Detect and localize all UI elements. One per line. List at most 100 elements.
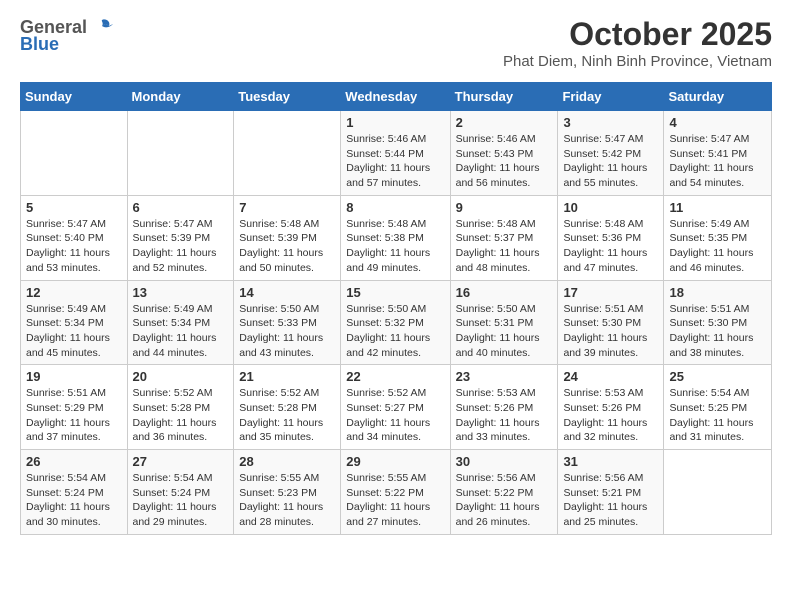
day-number: 8 — [346, 200, 444, 215]
calendar-table: SundayMondayTuesdayWednesdayThursdayFrid… — [20, 82, 772, 535]
day-number: 26 — [26, 454, 122, 469]
day-info: Sunrise: 5:47 AM Sunset: 5:41 PM Dayligh… — [669, 132, 766, 191]
day-number: 17 — [563, 285, 658, 300]
calendar-cell: 11 Sunrise: 5:49 AM Sunset: 5:35 PM Dayli… — [664, 195, 772, 280]
calendar-cell: 15 Sunrise: 5:50 AM Sunset: 5:32 PM Dayli… — [341, 280, 450, 365]
calendar-cell: 7 Sunrise: 5:48 AM Sunset: 5:39 PM Daylig… — [234, 195, 341, 280]
calendar-cell — [127, 111, 234, 196]
day-info: Sunrise: 5:55 AM Sunset: 5:23 PM Dayligh… — [239, 471, 335, 530]
logo-blue-text: Blue — [20, 34, 59, 55]
calendar-cell — [664, 450, 772, 535]
day-number: 31 — [563, 454, 658, 469]
calendar-cell: 4Sunrise: 5:47 AM Sunset: 5:41 PM Daylig… — [664, 111, 772, 196]
day-number: 14 — [239, 285, 335, 300]
header-day-tuesday: Tuesday — [234, 83, 341, 111]
day-info: Sunrise: 5:49 AM Sunset: 5:35 PM Dayligh… — [669, 217, 766, 276]
calendar-cell: 20 Sunrise: 5:52 AM Sunset: 5:28 PM Dayli… — [127, 365, 234, 450]
title-area: October 2025 Phat Diem, Ninh Binh Provin… — [503, 16, 772, 70]
day-info: Sunrise: 5:47 AM Sunset: 5:39 PM Dayligh… — [133, 217, 229, 276]
calendar-cell — [234, 111, 341, 196]
calendar-cell: 23Sunrise: 5:53 AM Sunset: 5:26 PM Dayli… — [450, 365, 558, 450]
calendar-cell: 3Sunrise: 5:47 AM Sunset: 5:42 PM Daylig… — [558, 111, 664, 196]
day-info: Sunrise: 5:56 AM Sunset: 5:22 PM Dayligh… — [456, 471, 553, 530]
day-number: 24 — [563, 369, 658, 384]
calendar-cell: 17 Sunrise: 5:51 AM Sunset: 5:30 PM Dayli… — [558, 280, 664, 365]
calendar-week-5: 26Sunrise: 5:54 AM Sunset: 5:24 PM Dayli… — [21, 450, 772, 535]
calendar-cell: 27Sunrise: 5:54 AM Sunset: 5:24 PM Dayli… — [127, 450, 234, 535]
day-info: Sunrise: 5:50 AM Sunset: 5:31 PM Dayligh… — [456, 302, 553, 361]
calendar-week-3: 12 Sunrise: 5:49 AM Sunset: 5:34 PM Dayli… — [21, 280, 772, 365]
day-number: 29 — [346, 454, 444, 469]
day-info: Sunrise: 5:52 AM Sunset: 5:28 PM Dayligh… — [239, 386, 335, 445]
calendar-cell — [21, 111, 128, 196]
day-info: Sunrise: 5:56 AM Sunset: 5:21 PM Dayligh… — [563, 471, 658, 530]
day-info: Sunrise: 5:48 AM Sunset: 5:38 PM Dayligh… — [346, 217, 444, 276]
day-info: Sunrise: 5:49 AM Sunset: 5:34 PM Dayligh… — [26, 302, 122, 361]
day-number: 19 — [26, 369, 122, 384]
header: General Blue October 2025 Phat Diem, Nin… — [20, 16, 772, 70]
day-info: Sunrise: 5:47 AM Sunset: 5:40 PM Dayligh… — [26, 217, 122, 276]
header-day-friday: Friday — [558, 83, 664, 111]
day-info: Sunrise: 5:48 AM Sunset: 5:37 PM Dayligh… — [456, 217, 553, 276]
day-number: 6 — [133, 200, 229, 215]
calendar-week-2: 5 Sunrise: 5:47 AM Sunset: 5:40 PM Daylig… — [21, 195, 772, 280]
calendar-title: October 2025 — [503, 16, 772, 53]
day-info: Sunrise: 5:48 AM Sunset: 5:36 PM Dayligh… — [563, 217, 658, 276]
header-day-thursday: Thursday — [450, 83, 558, 111]
calendar-subtitle: Phat Diem, Ninh Binh Province, Vietnam — [503, 53, 772, 70]
day-info: Sunrise: 5:50 AM Sunset: 5:32 PM Dayligh… — [346, 302, 444, 361]
calendar-cell: 21Sunrise: 5:52 AM Sunset: 5:28 PM Dayli… — [234, 365, 341, 450]
calendar-cell: 1 Sunrise: 5:46 AM Sunset: 5:44 PM Daylig… — [341, 111, 450, 196]
day-info: Sunrise: 5:48 AM Sunset: 5:39 PM Dayligh… — [239, 217, 335, 276]
day-number: 13 — [133, 285, 229, 300]
header-day-wednesday: Wednesday — [341, 83, 450, 111]
day-info: Sunrise: 5:53 AM Sunset: 5:26 PM Dayligh… — [456, 386, 553, 445]
day-info: Sunrise: 5:49 AM Sunset: 5:34 PM Dayligh… — [133, 302, 229, 361]
calendar-week-4: 19 Sunrise: 5:51 AM Sunset: 5:29 PM Dayli… — [21, 365, 772, 450]
calendar-cell: 8 Sunrise: 5:48 AM Sunset: 5:38 PM Daylig… — [341, 195, 450, 280]
calendar-cell: 5 Sunrise: 5:47 AM Sunset: 5:40 PM Daylig… — [21, 195, 128, 280]
calendar-cell: 6 Sunrise: 5:47 AM Sunset: 5:39 PM Daylig… — [127, 195, 234, 280]
logo: General Blue — [20, 16, 113, 55]
day-number: 12 — [26, 285, 122, 300]
day-number: 18 — [669, 285, 766, 300]
calendar-cell: 28Sunrise: 5:55 AM Sunset: 5:23 PM Dayli… — [234, 450, 341, 535]
day-number: 2 — [456, 115, 553, 130]
day-number: 7 — [239, 200, 335, 215]
day-number: 20 — [133, 369, 229, 384]
calendar-cell: 22 Sunrise: 5:52 AM Sunset: 5:27 PM Dayli… — [341, 365, 450, 450]
calendar-cell: 18Sunrise: 5:51 AM Sunset: 5:30 PM Dayli… — [664, 280, 772, 365]
day-info: Sunrise: 5:52 AM Sunset: 5:27 PM Dayligh… — [346, 386, 444, 445]
calendar-cell: 2Sunrise: 5:46 AM Sunset: 5:43 PM Daylig… — [450, 111, 558, 196]
day-number: 1 — [346, 115, 444, 130]
day-number: 15 — [346, 285, 444, 300]
day-number: 11 — [669, 200, 766, 215]
day-number: 25 — [669, 369, 766, 384]
calendar-cell: 14Sunrise: 5:50 AM Sunset: 5:33 PM Dayli… — [234, 280, 341, 365]
day-info: Sunrise: 5:52 AM Sunset: 5:28 PM Dayligh… — [133, 386, 229, 445]
calendar-header-row: SundayMondayTuesdayWednesdayThursdayFrid… — [21, 83, 772, 111]
day-number: 9 — [456, 200, 553, 215]
logo-bird-icon — [91, 16, 113, 38]
calendar-cell: 26Sunrise: 5:54 AM Sunset: 5:24 PM Dayli… — [21, 450, 128, 535]
day-number: 22 — [346, 369, 444, 384]
calendar-cell: 10 Sunrise: 5:48 AM Sunset: 5:36 PM Dayli… — [558, 195, 664, 280]
calendar-cell: 9 Sunrise: 5:48 AM Sunset: 5:37 PM Daylig… — [450, 195, 558, 280]
day-info: Sunrise: 5:47 AM Sunset: 5:42 PM Dayligh… — [563, 132, 658, 191]
day-info: Sunrise: 5:46 AM Sunset: 5:44 PM Dayligh… — [346, 132, 444, 191]
day-number: 27 — [133, 454, 229, 469]
header-day-sunday: Sunday — [21, 83, 128, 111]
calendar-cell: 13 Sunrise: 5:49 AM Sunset: 5:34 PM Dayli… — [127, 280, 234, 365]
day-info: Sunrise: 5:51 AM Sunset: 5:29 PM Dayligh… — [26, 386, 122, 445]
day-number: 10 — [563, 200, 658, 215]
header-day-saturday: Saturday — [664, 83, 772, 111]
day-info: Sunrise: 5:55 AM Sunset: 5:22 PM Dayligh… — [346, 471, 444, 530]
day-number: 5 — [26, 200, 122, 215]
calendar-week-1: 1 Sunrise: 5:46 AM Sunset: 5:44 PM Daylig… — [21, 111, 772, 196]
calendar-cell: 30Sunrise: 5:56 AM Sunset: 5:22 PM Dayli… — [450, 450, 558, 535]
header-day-monday: Monday — [127, 83, 234, 111]
calendar-cell: 12 Sunrise: 5:49 AM Sunset: 5:34 PM Dayli… — [21, 280, 128, 365]
day-info: Sunrise: 5:51 AM Sunset: 5:30 PM Dayligh… — [563, 302, 658, 361]
day-info: Sunrise: 5:53 AM Sunset: 5:26 PM Dayligh… — [563, 386, 658, 445]
calendar-cell: 31 Sunrise: 5:56 AM Sunset: 5:21 PM Dayli… — [558, 450, 664, 535]
